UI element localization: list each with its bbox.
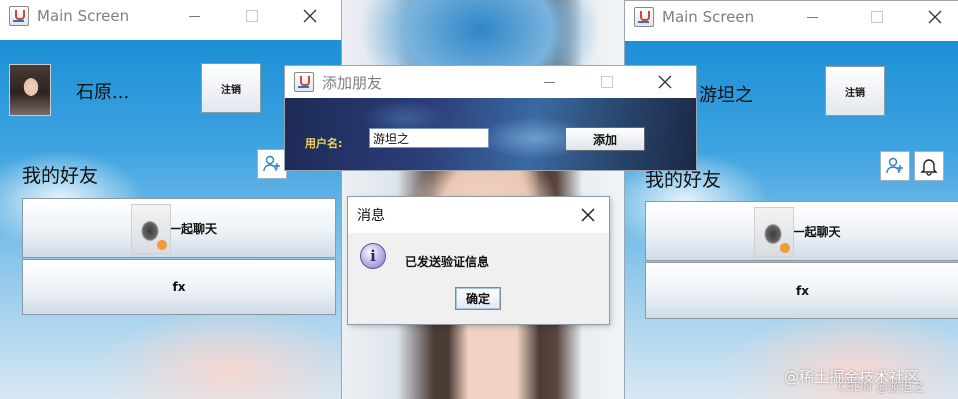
right-main-window: Main Screen 游坦之 注销 我的好友 一起聊天 fx bbox=[625, 1, 958, 399]
add-user-icon bbox=[886, 157, 903, 174]
friend-name: fx bbox=[796, 283, 809, 298]
message-text: 已发送验证信息 bbox=[405, 255, 490, 269]
message-title: 消息 bbox=[357, 208, 385, 224]
friend-item[interactable]: 一起聊天 bbox=[22, 198, 336, 258]
friend-name: fx bbox=[172, 280, 186, 294]
left-title-bar[interactable]: Main Screen bbox=[0, 0, 341, 32]
close-icon bbox=[303, 9, 317, 23]
close-button[interactable] bbox=[287, 0, 333, 32]
watermark-csdn: CSDN @游坦之 bbox=[838, 380, 925, 394]
ok-button[interactable]: 确定 bbox=[455, 287, 501, 310]
user-avatar[interactable] bbox=[9, 64, 51, 116]
info-icon: i bbox=[360, 243, 386, 269]
add-friend-dialog: 添加朋友 用户名: 添加 bbox=[285, 66, 696, 170]
friend-avatar bbox=[131, 204, 171, 254]
message-dialog: 消息 i 已发送验证信息 确定 bbox=[348, 197, 609, 324]
bell-icon bbox=[920, 159, 938, 176]
maximize-button[interactable] bbox=[584, 66, 630, 98]
message-title-bar[interactable]: 消息 bbox=[348, 197, 609, 233]
message-body: i 已发送验证信息 确定 bbox=[348, 233, 609, 324]
minimize-button[interactable] bbox=[789, 1, 835, 33]
java-app-icon bbox=[9, 6, 29, 26]
right-window-title: Main Screen bbox=[662, 8, 755, 26]
notifications-button[interactable] bbox=[914, 151, 944, 181]
logout-button[interactable]: 注销 bbox=[825, 66, 885, 116]
username-label: 用户名: bbox=[305, 137, 343, 150]
maximize-button[interactable] bbox=[229, 0, 275, 32]
maximize-button[interactable] bbox=[854, 1, 900, 33]
add-friend-title: 添加朋友 bbox=[322, 73, 383, 92]
close-button[interactable] bbox=[565, 197, 609, 233]
left-window-title: Main Screen bbox=[37, 7, 130, 25]
close-button[interactable] bbox=[912, 1, 958, 33]
add-friend-title-bar[interactable]: 添加朋友 bbox=[285, 66, 696, 98]
friend-avatar bbox=[754, 207, 794, 257]
add-user-icon bbox=[263, 155, 280, 172]
add-friend-button[interactable] bbox=[880, 151, 910, 181]
friends-title: 我的好友 bbox=[22, 165, 99, 187]
current-username: 游坦之 bbox=[699, 85, 753, 106]
close-icon bbox=[658, 75, 672, 89]
friend-name: 一起聊天 bbox=[792, 224, 841, 239]
java-app-icon bbox=[294, 72, 314, 92]
minimize-button[interactable] bbox=[171, 0, 217, 32]
minimize-button[interactable] bbox=[526, 66, 572, 98]
close-icon bbox=[581, 208, 595, 222]
friend-item[interactable]: fx bbox=[645, 262, 958, 319]
add-friend-button[interactable] bbox=[257, 149, 287, 179]
current-username: 石原... bbox=[76, 82, 130, 103]
friend-item[interactable]: 一起聊天 bbox=[645, 201, 958, 261]
left-main-window: Main Screen 石原... 注销 我的好友 一起聊天 fx bbox=[0, 0, 341, 399]
java-app-icon bbox=[634, 7, 654, 27]
right-title-bar[interactable]: Main Screen bbox=[625, 1, 958, 33]
friend-item[interactable]: fx bbox=[22, 259, 336, 315]
logout-button[interactable]: 注销 bbox=[201, 63, 261, 113]
add-button[interactable]: 添加 bbox=[565, 127, 645, 151]
username-input[interactable] bbox=[369, 128, 489, 148]
close-button[interactable] bbox=[642, 66, 688, 98]
close-icon bbox=[928, 10, 942, 24]
friend-name: 一起聊天 bbox=[168, 221, 217, 236]
add-friend-body: 用户名: 添加 bbox=[285, 98, 696, 170]
